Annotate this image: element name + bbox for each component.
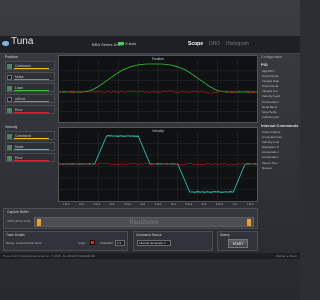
trace-color-bar: [14, 78, 49, 80]
pan-zoom-label: Pan/Zoom: [129, 220, 159, 226]
bottom-controls: Trace Details Name: Load Position Error …: [3, 231, 258, 251]
velocity-trace-toggle-command[interactable]: Command: [5, 131, 55, 140]
checkbox-icon[interactable]: [7, 107, 12, 113]
position-plot[interactable]: Position: [58, 55, 258, 123]
trace-color-bar: [14, 100, 49, 102]
tab-dro[interactable]: DRO: [209, 41, 220, 47]
x-tick-label: 2.5e4: [93, 202, 101, 206]
x-tick-label: 1.5e4: [62, 202, 70, 206]
position-trace-toggle-command[interactable]: Command: [5, 61, 55, 70]
command-source-select[interactable]: Internal Generator ▾: [137, 240, 171, 246]
trace-color-bar: [14, 67, 49, 69]
internal-commands-title: Internal Commands: [261, 122, 299, 128]
x-tick-label: 4.5e4: [154, 202, 162, 206]
pan-zoom-track[interactable]: Pan/Zoom: [34, 217, 254, 227]
pid-section-title: PID: [261, 62, 268, 67]
x-tick-label: 5e4: [170, 202, 176, 206]
tuna-fish-icon: [2, 41, 9, 46]
trace-color-bar: [14, 148, 49, 150]
trace-details-title: Trace Details: [6, 233, 25, 237]
config-item[interactable]: Following Err: [260, 115, 300, 120]
velocity-group-title: Velocity: [5, 125, 18, 129]
configuration-title: Configuration: [261, 55, 283, 59]
x-tick-label: 7e4: [232, 202, 237, 206]
capture-buffer: Capture Buffer 4150 (40ms total) Pan/Zoo…: [3, 208, 258, 229]
position-chart: [59, 60, 257, 122]
velocity-plot[interactable]: Velocity: [58, 127, 258, 202]
position-group-title: Position: [5, 55, 18, 59]
x-tick-label: 2e4: [78, 202, 84, 206]
trace-color-bar: [14, 159, 49, 161]
axis-icon: [118, 42, 124, 46]
x-tick-label: 3.5e4: [123, 202, 131, 206]
x-axis-ticks: 1.5e4 2e4 2.5e4 3e4 3.5e4 4e4 4.5e4 5e4 5.5e4 6e4…: [58, 202, 258, 207]
trace-selector-panel: Position Command Motor Load mError Error Vel…: [5, 55, 55, 175]
axis-label: X Axis: [125, 41, 137, 46]
trace-name-value: Load Position Error: [16, 241, 42, 245]
status-bar: Tuna v2.10 © Marinebiotek Group Inc. © 2…: [0, 253, 300, 259]
velocity-trace-toggle-error[interactable]: Error: [5, 153, 55, 162]
checkbox-icon[interactable]: [7, 85, 12, 91]
command-source-group: Command Source Internal Generator ▾: [133, 231, 213, 251]
title-bar: Tuna BRA Series Drive X Axis Scope DRO H…: [0, 36, 300, 54]
chevron-down-icon: ▾: [118, 241, 122, 245]
checkbox-icon[interactable]: [7, 144, 12, 150]
trace-color-swatch[interactable]: [90, 240, 95, 245]
velocity-group: Velocity Command Motor Error: [5, 125, 55, 164]
config-item[interactable]: Repeat: [260, 166, 300, 171]
capture-subtitle: 4150 (40ms total): [7, 219, 31, 223]
checkbox-icon[interactable]: [7, 63, 12, 69]
start-button[interactable]: START: [228, 239, 248, 248]
chevron-down-icon: ▾: [163, 241, 166, 245]
trace-color-bar: [14, 111, 49, 113]
checkbox-icon[interactable]: [7, 96, 12, 102]
velocity-chart: [59, 132, 257, 201]
x-tick-label: 6e4: [201, 202, 207, 206]
configuration-panel: Configuration PID Algorithm Proportional I…: [260, 55, 300, 263]
position-trace-toggle-motor[interactable]: Motor: [5, 72, 55, 81]
tab-histogram[interactable]: Histogram: [226, 41, 249, 47]
axis-selector[interactable]: X Axis: [118, 41, 136, 46]
trace-details-group: Trace Details Name: Load Position Error …: [3, 231, 128, 251]
status-text: Waiting on Motor: [275, 254, 297, 258]
sweep-title: Sweep: [220, 233, 230, 237]
capture-title: Capture Buffer: [7, 210, 29, 214]
velocity-trace-toggle-motor[interactable]: Motor: [5, 142, 55, 151]
x-tick-label: 3e4: [109, 202, 115, 206]
checkbox-icon[interactable]: [7, 133, 12, 139]
x-tick-label: 4e4: [140, 202, 145, 206]
tab-scope[interactable]: Scope: [188, 41, 203, 47]
command-source-value: Internal Generator: [139, 241, 164, 245]
scale-select[interactable]: 2 ▾: [115, 240, 125, 246]
x-tick-label: 7.5e4: [246, 202, 254, 206]
sweep-group: Sweep START: [217, 231, 258, 251]
position-trace-toggle-merror[interactable]: mError: [5, 94, 55, 103]
scale-label: Scale/Div:: [100, 241, 114, 245]
checkbox-icon[interactable]: [7, 74, 12, 80]
trace-color-bar: [14, 137, 49, 139]
copyright-text: Tuna v2.10 © Marinebiotek Group Inc. © 2…: [3, 254, 95, 258]
tuna-app: Tuna BRA Series Drive X Axis Scope DRO H…: [0, 0, 300, 300]
x-tick-label: 6.5e4: [215, 202, 223, 206]
position-group: Position Command Motor Load mError Error: [5, 55, 55, 116]
trace-color-bar: [14, 89, 49, 91]
position-trace-toggle-load[interactable]: Load: [5, 83, 55, 92]
view-tabs: Scope DRO Histogram: [188, 41, 249, 47]
trace-name-label: Name:: [6, 241, 15, 245]
position-trace-toggle-error[interactable]: Error: [5, 105, 55, 114]
x-tick-label: 5.5e4: [185, 202, 193, 206]
command-source-title: Command Source: [136, 233, 162, 237]
app-logo: Tuna: [11, 36, 34, 47]
checkbox-icon[interactable]: [7, 155, 12, 161]
trace-color-label: Color:: [78, 241, 87, 245]
